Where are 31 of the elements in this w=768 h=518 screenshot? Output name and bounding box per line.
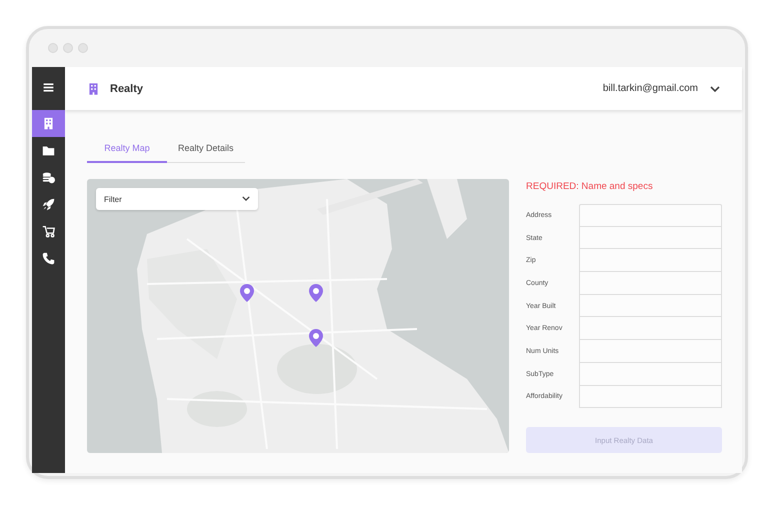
input-field[interactable] [579, 226, 722, 250]
tab[interactable]: Realty Details [167, 137, 245, 163]
input-field[interactable] [579, 249, 722, 272]
input-field[interactable] [579, 362, 722, 386]
filter-dropdown[interactable]: Filter [96, 188, 258, 210]
input-field[interactable] [579, 340, 722, 363]
map-pin-icon[interactable] [309, 329, 323, 347]
folder-icon [42, 144, 55, 157]
map-pin-icon[interactable] [309, 284, 323, 302]
chevron-down-icon[interactable] [710, 86, 720, 92]
input-field[interactable] [579, 294, 722, 318]
menu-icon [42, 80, 55, 94]
window-dot[interactable] [48, 43, 58, 53]
rocket-icon [42, 198, 55, 211]
chevron-down-icon[interactable] [242, 196, 250, 201]
required-notice: REQUIRED: Name and specs [526, 181, 654, 192]
building-icon [87, 82, 100, 96]
input-field[interactable] [579, 204, 722, 227]
building-icon [42, 117, 55, 130]
tab[interactable]: Realty Map [87, 137, 167, 163]
phone-icon [42, 252, 55, 265]
window-dot[interactable] [78, 43, 88, 53]
window-dot[interactable] [63, 43, 73, 53]
input-field[interactable] [579, 272, 722, 295]
input-field[interactable] [579, 317, 722, 340]
cart-icon [42, 225, 55, 238]
coins-icon [42, 171, 55, 184]
input-field[interactable] [579, 386, 722, 408]
map-pin-icon[interactable] [240, 284, 254, 302]
user-email[interactable]: bill.tarkin@gmail.com [602, 83, 698, 94]
page-title: Realty [110, 82, 144, 94]
